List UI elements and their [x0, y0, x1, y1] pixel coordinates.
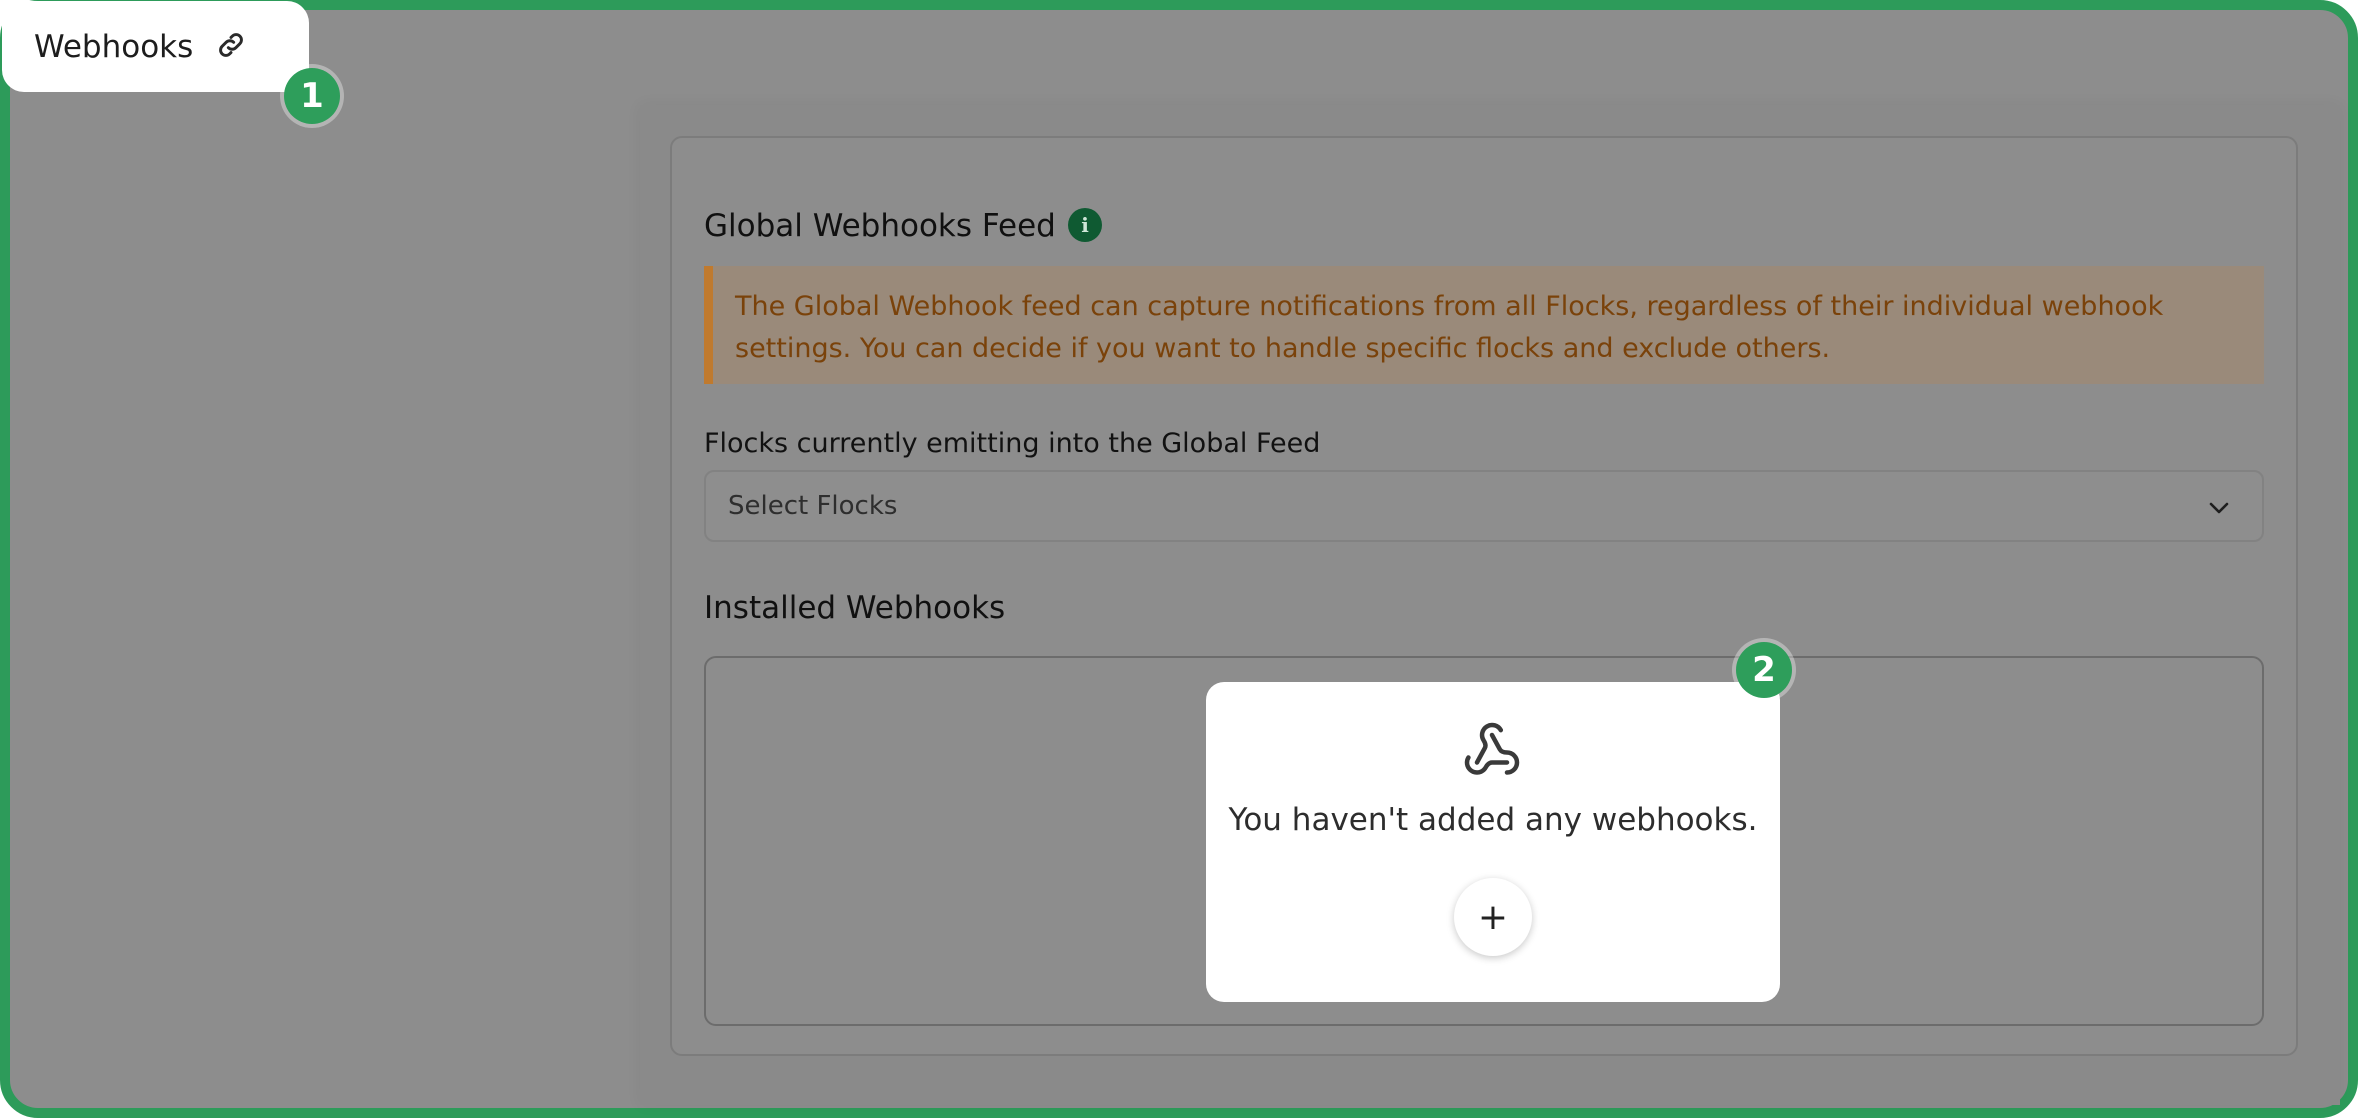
step-badge-1: 1	[284, 68, 340, 124]
select-flocks-dropdown[interactable]: Select Flocks	[704, 470, 2264, 542]
webhooks-tab[interactable]: Webhooks	[2, 1, 309, 92]
global-feed-title: Global Webhooks Feed	[704, 208, 1056, 244]
empty-state-text: You haven't added any webhooks.	[1228, 802, 1758, 838]
flocks-field-label: Flocks currently emitting into the Globa…	[704, 428, 1321, 459]
select-flocks-placeholder: Select Flocks	[728, 491, 898, 521]
webhooks-tab-label: Webhooks	[34, 28, 194, 65]
add-webhook-button[interactable]: +	[1454, 878, 1532, 956]
info-icon[interactable]: i	[1068, 208, 1102, 242]
installed-webhooks-title: Installed Webhooks	[704, 590, 1006, 626]
empty-state-card: You haven't added any webhooks. +	[1206, 682, 1780, 1002]
global-feed-warning: The Global Webhook feed can capture noti…	[704, 266, 2264, 384]
chevron-down-icon	[2209, 502, 2229, 514]
webhook-icon	[1464, 722, 1520, 775]
step-badge-2: 2	[1736, 642, 1792, 698]
link-icon	[215, 29, 247, 65]
